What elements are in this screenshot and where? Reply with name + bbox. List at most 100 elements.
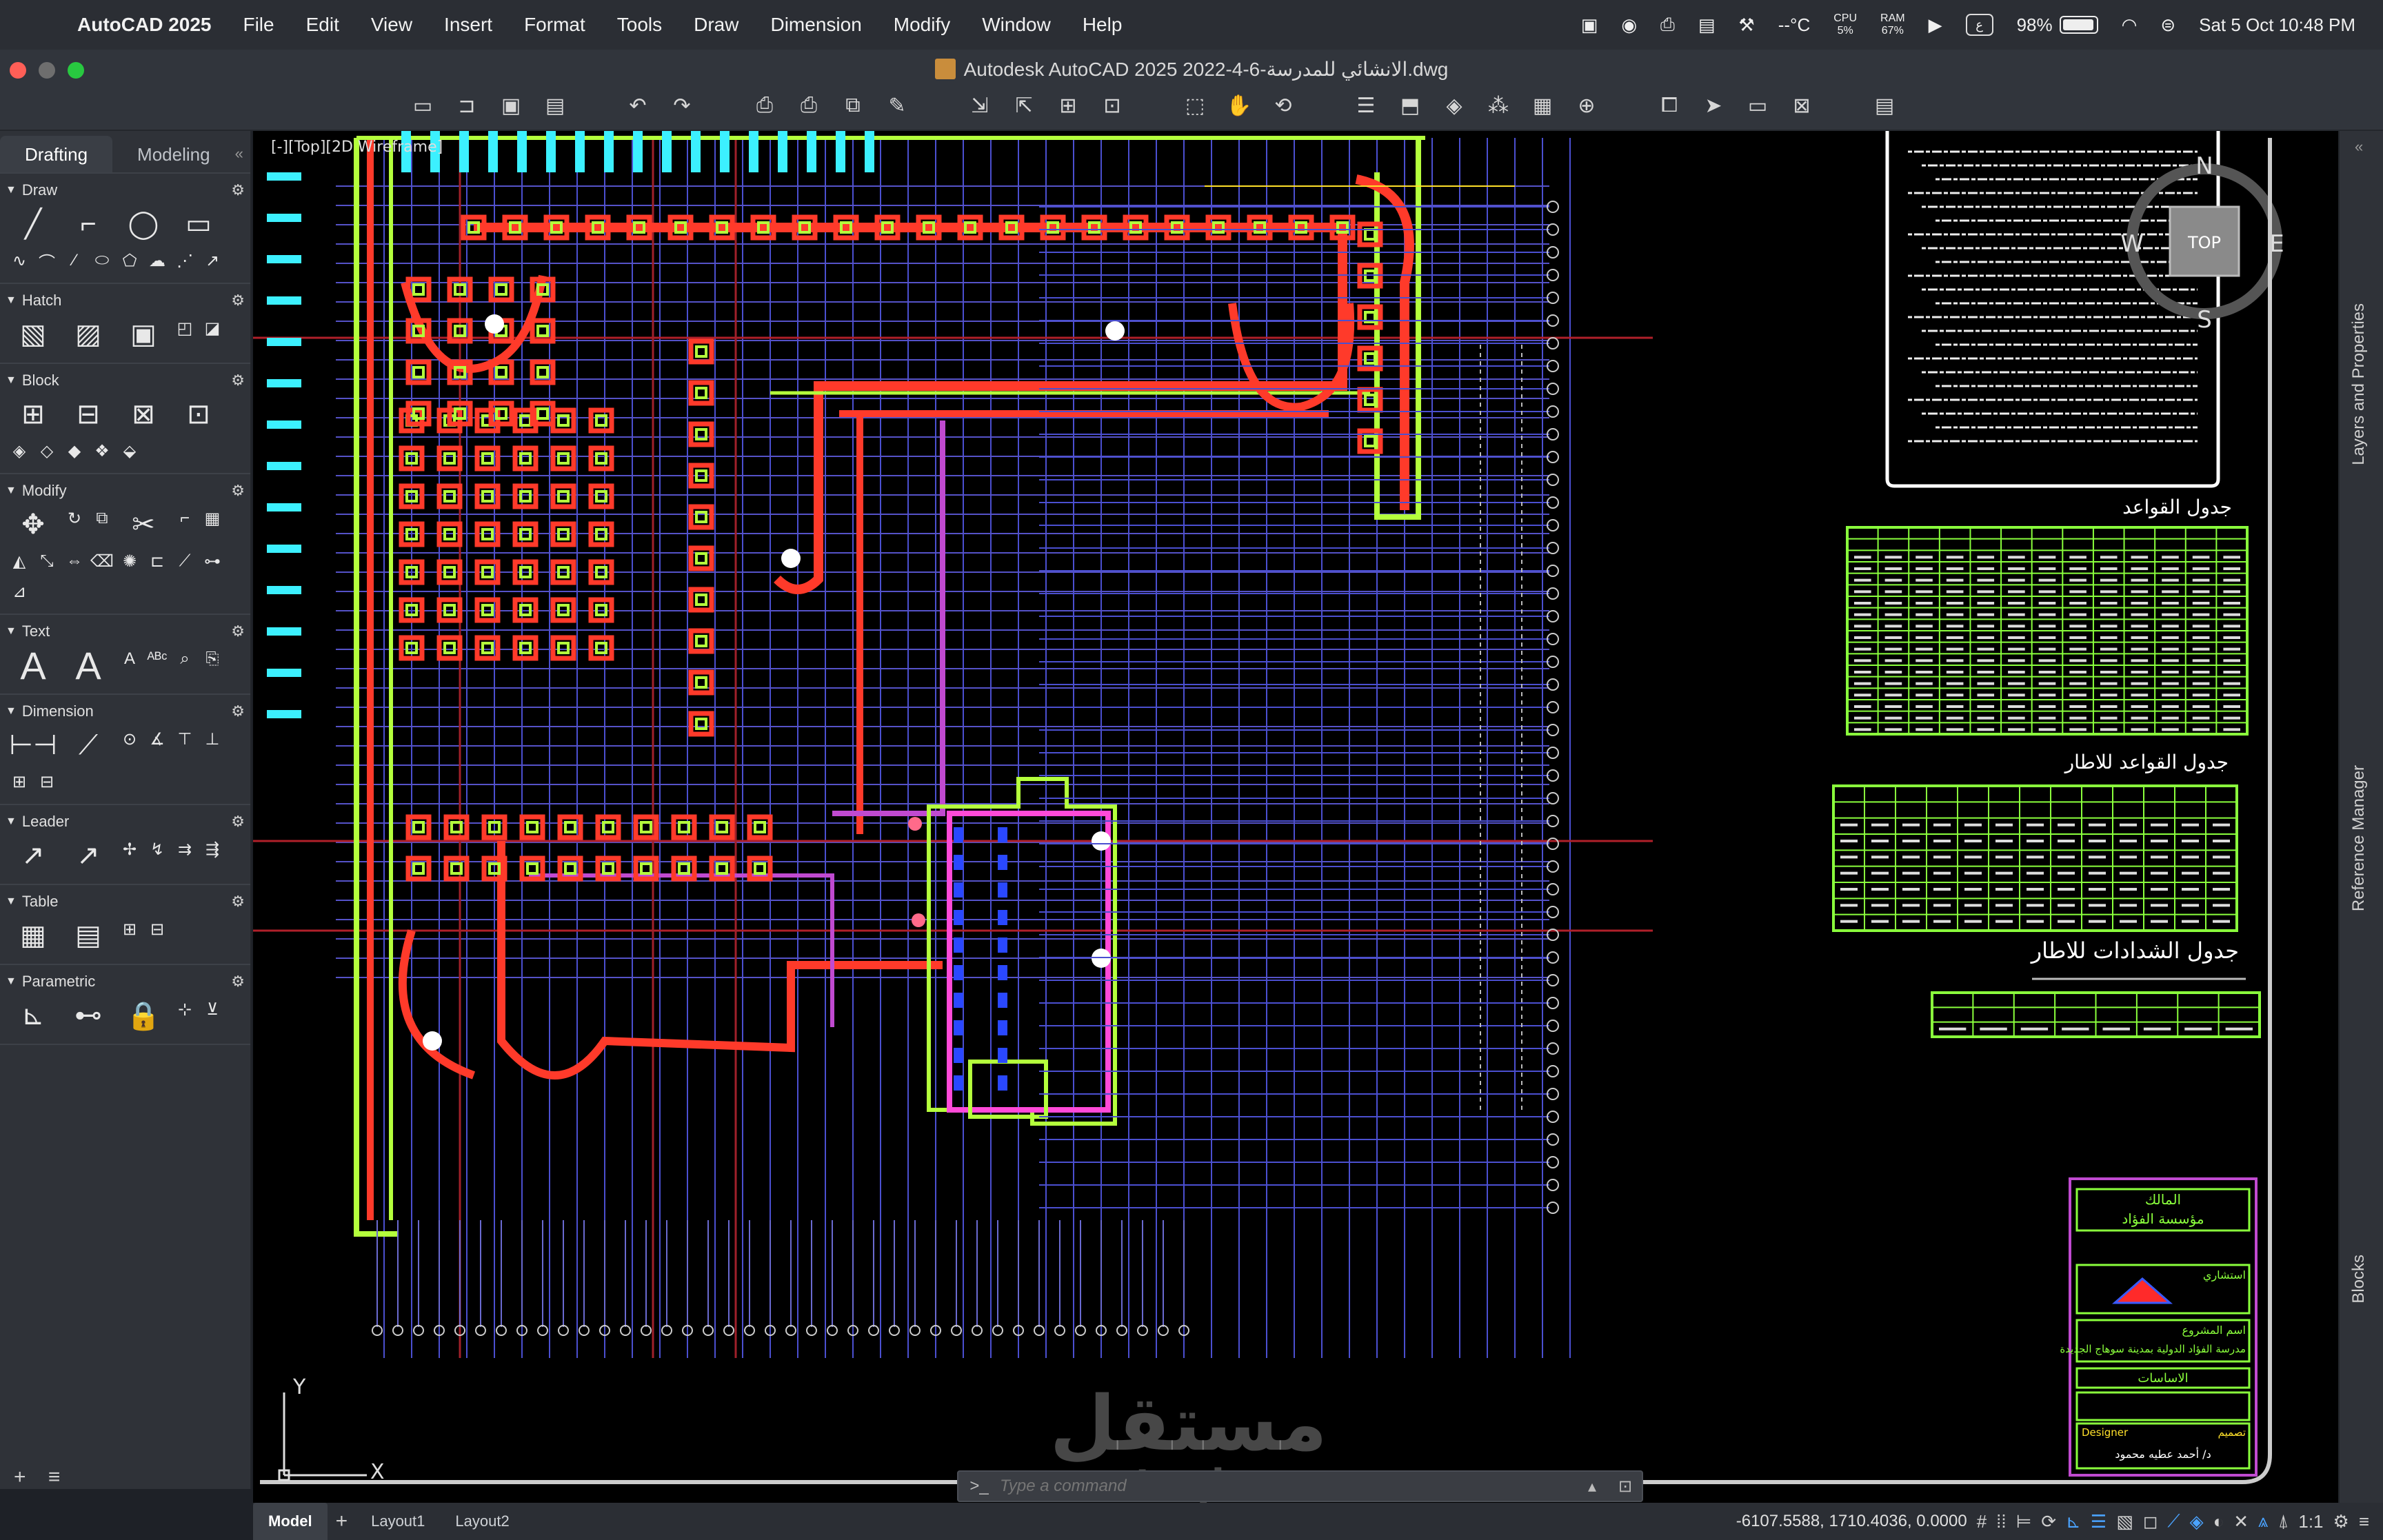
palette-menu-icon[interactable]: ≡: [48, 1466, 61, 1488]
input-source-indicator[interactable]: ع: [1965, 14, 1993, 36]
aligned-dim-icon[interactable]: ⟋: [61, 724, 116, 767]
save-as-icon[interactable]: ▤: [539, 90, 571, 121]
gear-icon[interactable]: ⚙: [231, 622, 245, 640]
tab-layout2[interactable]: Layout2: [440, 1503, 524, 1540]
gear-icon[interactable]: ⚙: [231, 181, 245, 199]
export-icon[interactable]: ⇱: [1008, 90, 1040, 121]
polygon-icon[interactable]: ⬠: [116, 245, 143, 276]
screenshot-icon[interactable]: ▭: [1742, 90, 1773, 121]
rectangle-icon[interactable]: ▭: [171, 203, 226, 245]
expand-triangle-icon[interactable]: ▼: [6, 374, 17, 387]
collapse-palette-icon[interactable]: «: [235, 145, 252, 172]
ordinate-dim-icon[interactable]: ⊤: [171, 724, 199, 754]
ram-monitor[interactable]: RAM 67%: [1880, 12, 1905, 37]
cpu-monitor[interactable]: CPU 5%: [1833, 12, 1857, 37]
gear-icon[interactable]: ⚙: [231, 372, 245, 389]
baseline-dim-icon[interactable]: ⊥: [199, 724, 226, 754]
tab-reference-manager[interactable]: Reference Manager: [2349, 765, 2369, 911]
attach-icon[interactable]: ⊞: [1052, 90, 1084, 121]
revcloud-icon[interactable]: ☁: [143, 245, 171, 276]
import-icon[interactable]: ⇲: [964, 90, 996, 121]
menu-help[interactable]: Help: [1083, 14, 1123, 36]
menu-edit[interactable]: Edit: [306, 14, 339, 36]
move-icon[interactable]: ✥: [6, 503, 61, 546]
tab-blocks[interactable]: Blocks: [2349, 1255, 2369, 1304]
gear-icon[interactable]: ⚙: [231, 292, 245, 310]
find-icon[interactable]: ⌕: [171, 644, 199, 674]
mirror-icon[interactable]: ◭: [6, 546, 33, 576]
trim-icon[interactable]: ✂: [116, 503, 171, 546]
lock-icon[interactable]: 🔒: [116, 994, 171, 1037]
settings-icon[interactable]: ≡: [2359, 1511, 2369, 1532]
point-icon[interactable]: ⋰: [171, 245, 199, 276]
command-customize-icon[interactable]: ⊡: [1609, 1477, 1642, 1497]
wifi-icon[interactable]: ◠: [2122, 14, 2138, 36]
stretch-icon[interactable]: ⇔: [61, 546, 88, 576]
clock[interactable]: Sat 5 Oct 10:48 PM: [2199, 14, 2355, 36]
open-icon[interactable]: ⊐: [451, 90, 483, 121]
ortho-icon[interactable]: ⊾: [2066, 1511, 2081, 1532]
command-history-icon[interactable]: ▴: [1576, 1477, 1609, 1497]
block-icon-5[interactable]: ⬙: [116, 436, 143, 466]
markup-icon[interactable]: ▤: [1869, 90, 1900, 121]
expand-triangle-icon[interactable]: ▼: [6, 815, 17, 828]
ellipse-icon[interactable]: ⬭: [88, 245, 116, 276]
orbit-icon[interactable]: ⟲: [1267, 90, 1299, 121]
menu-insert[interactable]: Insert: [444, 14, 492, 36]
menu-tools[interactable]: Tools: [617, 14, 662, 36]
leader-add-icon[interactable]: ✢: [116, 834, 143, 864]
dimensional-constraint-icon[interactable]: ⊷: [61, 994, 116, 1037]
polyline-icon[interactable]: ⌐: [61, 203, 116, 245]
xref-icon[interactable]: ⊡: [1096, 90, 1128, 121]
geometric-constraint-icon[interactable]: ⊾: [6, 994, 61, 1037]
object-snap-icon[interactable]: ⟋: [2167, 1510, 2180, 1532]
spline-icon[interactable]: ∿: [6, 245, 33, 276]
chamfer-icon[interactable]: ⊿: [6, 576, 33, 607]
control-center-icon[interactable]: ⊜: [2160, 14, 2175, 36]
share-icon[interactable]: ➤: [1698, 90, 1729, 121]
construction-line-icon[interactable]: ⁄: [61, 245, 88, 276]
notifications-icon[interactable]: ⊠: [1786, 90, 1818, 121]
fillet-icon[interactable]: ⌐: [171, 503, 199, 534]
gradient-icon[interactable]: ▨: [61, 313, 116, 356]
palettes-icon[interactable]: ⊕: [1571, 90, 1602, 121]
tab-modeling[interactable]: Modeling: [112, 144, 235, 172]
tab-model[interactable]: Model: [253, 1503, 328, 1540]
array-icon[interactable]: ▦: [199, 503, 226, 534]
app-menu[interactable]: AutoCAD 2025: [77, 14, 211, 36]
arc-icon[interactable]: ⌒: [33, 245, 61, 276]
add-palette-icon[interactable]: +: [14, 1466, 26, 1488]
ray-icon[interactable]: ↗: [199, 245, 226, 276]
undo-icon[interactable]: ↶: [622, 90, 654, 121]
tab-layers-and-properties[interactable]: Layers and Properties: [2349, 303, 2369, 465]
screen-mirror-icon[interactable]: ▣: [1581, 14, 1598, 36]
menu-file[interactable]: File: [243, 14, 274, 36]
radius-dim-icon[interactable]: ⊙: [116, 724, 143, 754]
tab-drafting[interactable]: Drafting: [0, 136, 113, 172]
snap-icon[interactable]: ⁞⁞: [1996, 1511, 2006, 1532]
pan-icon[interactable]: ✋: [1223, 90, 1255, 121]
transparency-icon[interactable]: ◐: [2213, 1511, 2224, 1532]
leader-remove-icon[interactable]: ↯: [143, 834, 171, 864]
menu-dimension[interactable]: Dimension: [770, 14, 861, 36]
plot-preview-icon[interactable]: ✎: [881, 90, 913, 121]
expand-triangle-icon[interactable]: ▼: [6, 705, 17, 718]
continue-dim-icon[interactable]: ⊞: [6, 767, 33, 797]
menu-modify[interactable]: Modify: [894, 14, 950, 36]
dynamic-input-icon[interactable]: ⟳: [2041, 1511, 2056, 1532]
expand-triangle-icon[interactable]: ▼: [6, 294, 17, 307]
printer-icon[interactable]: ⎙: [1660, 14, 1675, 36]
edit-block-icon[interactable]: ⊠: [116, 393, 171, 436]
sheet-set-icon[interactable]: ▦: [1527, 90, 1558, 121]
insert-block-icon[interactable]: ⊞: [6, 393, 61, 436]
clipboard-icon[interactable]: ▤: [1698, 14, 1716, 36]
show-constraints-icon[interactable]: ⊹: [171, 994, 199, 1024]
media-play-icon[interactable]: ▶: [1929, 14, 1942, 36]
object-snap-tracking-icon[interactable]: ◻: [2143, 1511, 2158, 1532]
add-layout-icon[interactable]: +: [328, 1510, 356, 1533]
lineweight-icon[interactable]: ◈: [2190, 1511, 2204, 1532]
temperature-icon[interactable]: --°C: [1778, 14, 1811, 36]
offset-icon[interactable]: ⊏: [143, 546, 171, 576]
gear-icon[interactable]: ⚙: [231, 973, 245, 991]
block-icon-3[interactable]: ◆: [61, 436, 88, 466]
